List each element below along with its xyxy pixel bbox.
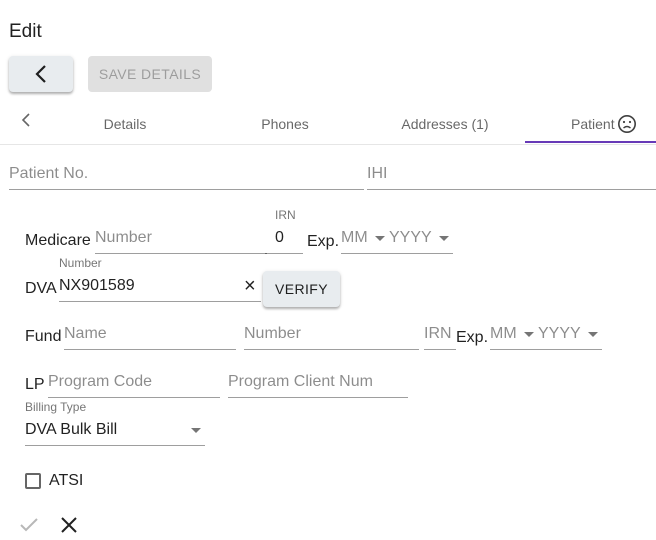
fund-year-placeholder: YYYY [538, 325, 581, 342]
fund-name-field[interactable]: Name [64, 320, 236, 350]
caret-down-icon [439, 236, 449, 241]
fund-month-placeholder: MM [490, 325, 517, 342]
medicare-exp-label: Exp. [307, 233, 340, 250]
dva-label: DVA [25, 280, 57, 297]
medicare-irn-label: IRN [275, 208, 296, 222]
tab-scroll-left[interactable] [14, 110, 38, 130]
patient-no-field[interactable]: Patient No. [9, 160, 364, 190]
check-icon [20, 518, 38, 532]
medicare-number-field[interactable]: Number [95, 224, 267, 254]
caret-down-icon [191, 428, 201, 433]
fund-number-field[interactable]: Number [244, 320, 419, 350]
billing-type-label: Billing Type [25, 400, 87, 414]
medicare-irn-field[interactable]: 0 [265, 224, 303, 254]
medicare-month-placeholder: MM [341, 229, 368, 246]
fund-number-placeholder: Number [244, 325, 301, 342]
medicare-number-placeholder: Number [95, 229, 152, 246]
fund-irn-placeholder: IRN [424, 325, 452, 342]
fund-expiry-underline [490, 349, 602, 350]
sad-face-icon [617, 115, 636, 133]
chevron-left-icon [35, 65, 46, 83]
lp-program-code-field[interactable]: Program Code [48, 368, 220, 398]
medicare-irn-value: 0 [275, 229, 284, 246]
ihi-field[interactable]: IHI [367, 160, 656, 190]
fund-label: Fund [25, 328, 62, 345]
close-icon [61, 517, 77, 533]
lp-program-client-field[interactable]: Program Client Num [228, 368, 408, 398]
ihi-placeholder: IHI [367, 165, 388, 182]
atsi-label: ATSI [49, 472, 84, 489]
save-details-button[interactable]: SAVE DETAILS [88, 56, 212, 92]
back-button[interactable] [9, 56, 73, 92]
dva-number-label: Number [59, 256, 102, 270]
fund-irn-field[interactable]: IRN [424, 320, 456, 350]
billing-type-value: DVA Bulk Bill [25, 421, 118, 438]
fund-month-select[interactable]: MM [490, 320, 537, 350]
fund-exp-label: Exp. [456, 329, 489, 346]
medicare-expiry-underline [341, 253, 453, 254]
tab-details[interactable]: Details [60, 104, 190, 144]
caret-down-icon [588, 332, 598, 337]
tab-patient[interactable]: Patient [560, 104, 656, 144]
tab-label: Patient [571, 116, 615, 132]
caret-down-icon [375, 236, 385, 241]
atsi-checkbox[interactable] [25, 473, 41, 489]
patient-no-placeholder: Patient No. [9, 165, 89, 182]
fund-year-select[interactable]: YYYY [538, 320, 602, 350]
verify-button[interactable]: VERIFY [263, 271, 340, 307]
billing-type-select[interactable]: DVA Bulk Bill [25, 416, 205, 446]
page-title: Edit [9, 21, 42, 42]
tabs-divider [0, 144, 656, 145]
tab-label: Phones [261, 116, 309, 132]
lp-program-code-placeholder: Program Code [48, 373, 153, 390]
tab-label: Details [103, 116, 147, 132]
medicare-year-placeholder: YYYY [389, 229, 432, 246]
lp-program-client-placeholder: Program Client Num [228, 373, 373, 390]
dva-number-value: NX901589 [59, 277, 135, 294]
fund-name-placeholder: Name [64, 325, 107, 342]
caret-down-icon [524, 332, 534, 337]
tab-label: Addresses (1) [401, 116, 489, 132]
medicare-label: Medicare [25, 232, 91, 249]
dva-number-field[interactable]: NX901589 [59, 272, 261, 302]
confirm-button[interactable] [18, 514, 40, 536]
active-tab-indicator [525, 141, 656, 143]
medicare-year-select[interactable]: YYYY [389, 224, 453, 254]
medicare-month-select[interactable]: MM [341, 224, 388, 254]
tab-addresses[interactable]: Addresses (1) [380, 104, 510, 144]
cancel-button[interactable] [58, 514, 80, 536]
clear-icon[interactable]: × [244, 275, 256, 298]
chevron-left-icon [21, 113, 30, 127]
tab-phones[interactable]: Phones [220, 104, 350, 144]
lp-label: LP [25, 376, 45, 393]
